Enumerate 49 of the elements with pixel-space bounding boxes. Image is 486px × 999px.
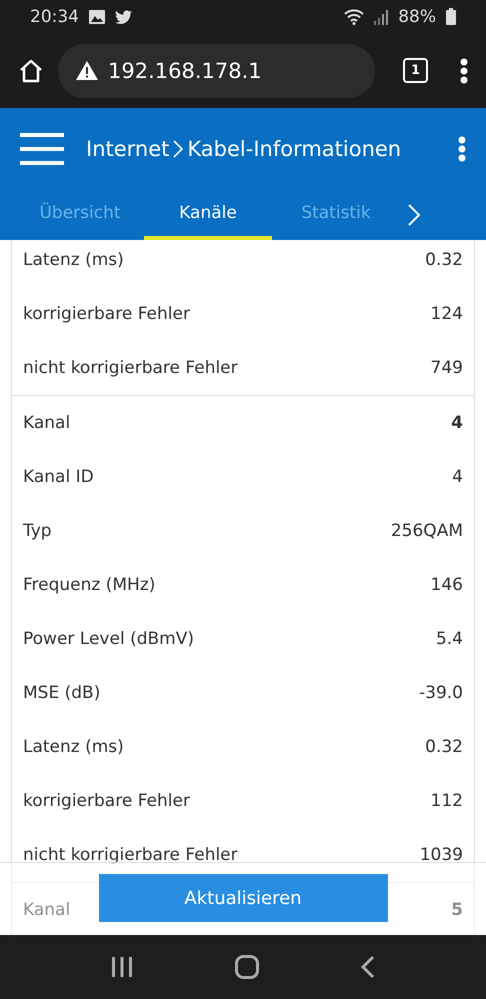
- more-menu-icon[interactable]: [460, 58, 468, 84]
- refresh-button[interactable]: Aktualisieren: [98, 874, 388, 922]
- field-label: Power Level (dBmV): [23, 629, 194, 649]
- field-label: MSE (dB): [23, 683, 100, 703]
- field-value: 4: [451, 413, 463, 433]
- menu-icon[interactable]: [20, 133, 64, 165]
- field-value: 256QAM: [390, 521, 463, 541]
- field-label: Latenz (ms): [23, 250, 124, 270]
- tab-count-button[interactable]: 1: [403, 58, 428, 83]
- bird-icon: [115, 10, 132, 24]
- field-value: 749: [430, 358, 463, 378]
- recent-apps-icon[interactable]: [111, 956, 133, 978]
- breadcrumb-link[interactable]: Internet: [86, 137, 170, 161]
- field-value: 5.4: [436, 629, 463, 649]
- battery-icon: [446, 8, 456, 25]
- signal-icon: [374, 8, 388, 24]
- field-label: korrigierbare Fehler: [23, 304, 190, 324]
- home-button-icon[interactable]: [235, 955, 259, 979]
- image-icon: [89, 10, 105, 24]
- back-icon[interactable]: [361, 955, 375, 979]
- field-label: Latenz (ms): [23, 737, 124, 757]
- field-label: Typ: [23, 521, 52, 541]
- field-label: Kanal: [23, 413, 70, 433]
- warning-icon: [76, 61, 98, 80]
- field-label: nicht korrigierbare Fehler: [23, 845, 238, 865]
- field-value: 4: [452, 467, 463, 487]
- field-label: Kanal: [23, 900, 70, 920]
- field-value: -39.0: [419, 683, 463, 703]
- page-title: Kabel-Informationen: [187, 137, 402, 161]
- tab[interactable]: Kanäle: [144, 190, 272, 240]
- chevron-right-icon: [173, 140, 184, 158]
- field-value: 112: [430, 791, 463, 811]
- field-label: Kanal ID: [23, 467, 94, 487]
- field-value: 146: [430, 575, 463, 595]
- field-label: Frequenz (MHz): [23, 575, 156, 595]
- wifi-icon: [344, 8, 364, 24]
- field-value: 5: [451, 900, 463, 920]
- chevron-right-icon[interactable]: [408, 204, 420, 226]
- field-label: nicht korrigierbare Fehler: [23, 358, 238, 378]
- field-value: 0.32: [425, 737, 463, 757]
- field-value: 1039: [420, 845, 463, 865]
- field-value: 0.32: [425, 250, 463, 270]
- address-bar[interactable]: 192.168.178.1: [58, 44, 375, 98]
- home-icon[interactable]: [18, 58, 44, 84]
- field-label: korrigierbare Fehler: [23, 791, 190, 811]
- field-value: 124: [430, 304, 463, 324]
- url-text: 192.168.178.1: [108, 58, 262, 82]
- clock: 20:34: [30, 6, 79, 26]
- battery-percentage: 88%: [398, 6, 436, 26]
